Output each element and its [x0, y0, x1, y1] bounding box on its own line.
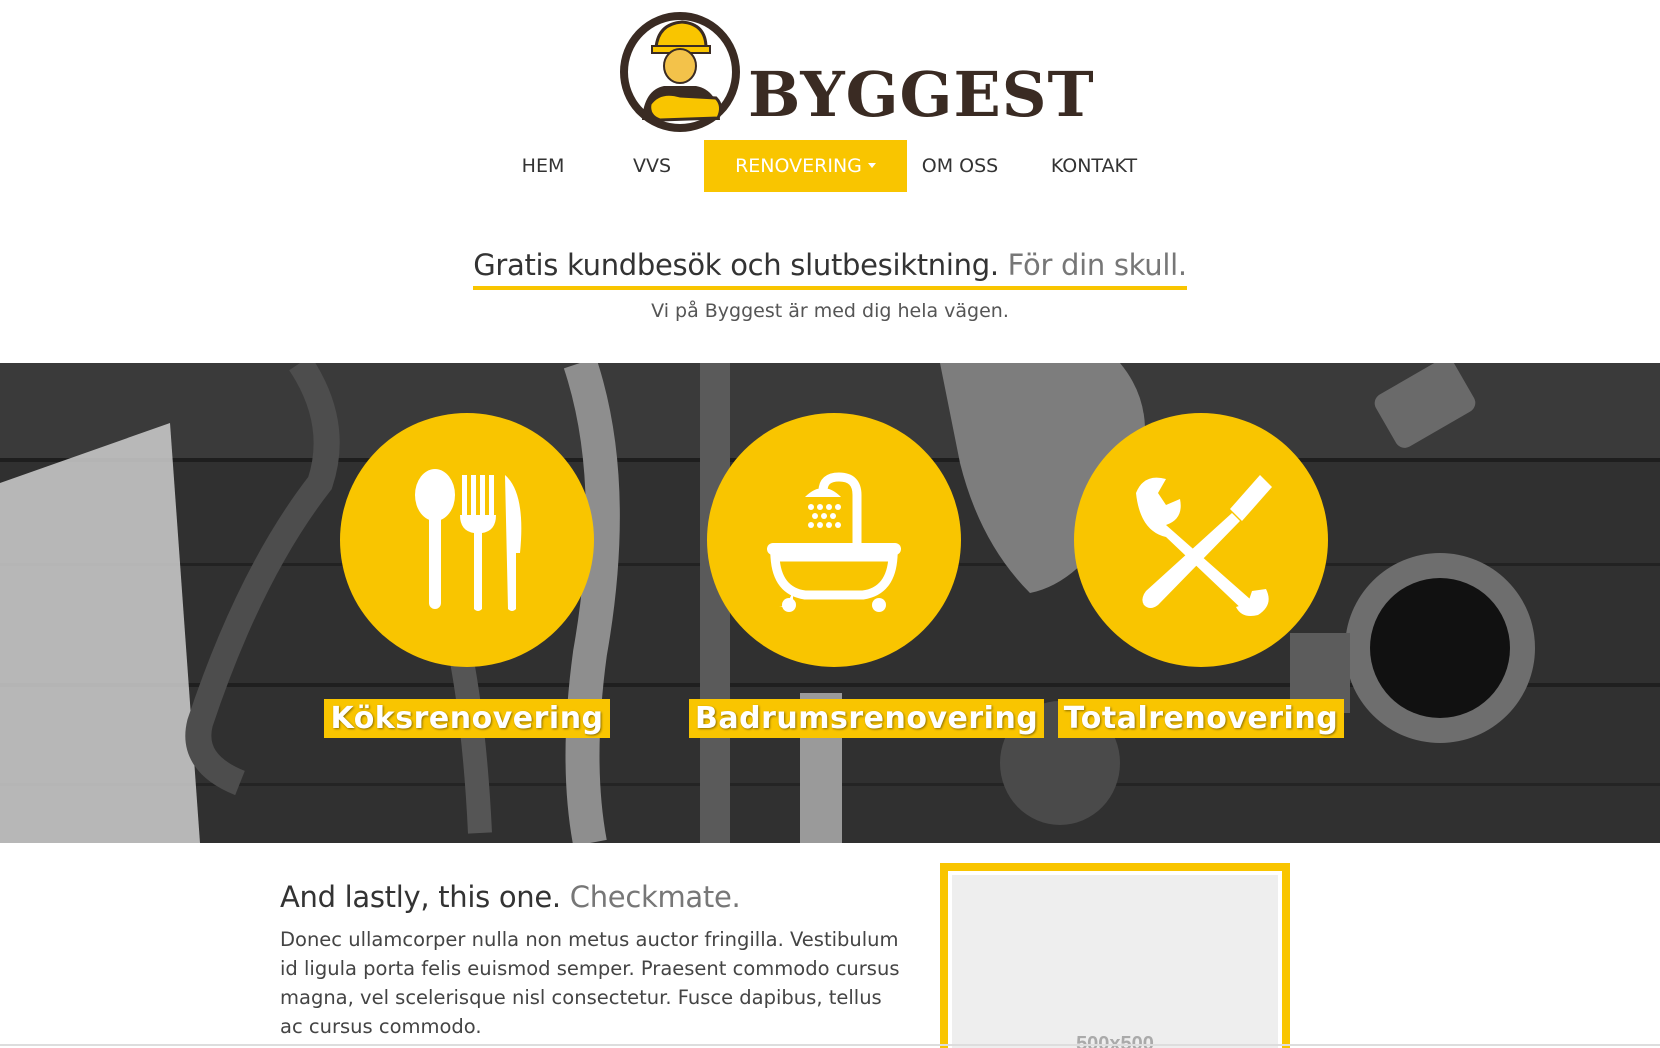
content-heading: And lastly, this one. Checkmate.: [280, 880, 741, 914]
tools-icon: [1136, 475, 1272, 616]
scrollbar-track: [0, 1044, 1660, 1046]
tagline-head-muted: För din skull.: [1007, 248, 1187, 282]
image-frame: 500x500: [940, 863, 1290, 1048]
service-circle: [1074, 413, 1328, 667]
nav-item-label: RENOVERING: [735, 155, 862, 177]
cutlery-icon: [415, 469, 522, 611]
tagline-heading: Gratis kundbesök och slutbesiktning. För…: [473, 248, 1187, 290]
nav-item-vvs[interactable]: VVS: [622, 140, 682, 192]
nav-item-label: VVS: [632, 155, 672, 177]
service-label: Köksrenovering: [324, 699, 610, 738]
content-title-muted: Checkmate.: [569, 880, 741, 914]
service-circle: [340, 413, 594, 667]
tagline-subtitle: Vi på Byggest är med dig hela vägen.: [651, 299, 1009, 322]
nav-item-label: KONTAKT: [1050, 155, 1138, 177]
service-koksrenovering[interactable]: Köksrenovering: [322, 413, 612, 738]
nav-item-label: HEM: [521, 155, 565, 177]
content-title-main: And lastly, this one.: [280, 880, 561, 914]
tagline-section: Gratis kundbesök och slutbesiktning. För…: [0, 248, 1660, 322]
bathtub-icon: [767, 472, 901, 612]
brand-logo[interactable]: BYGGEST: [620, 8, 1094, 136]
brand-wordmark: BYGGEST: [748, 58, 1095, 131]
nav-item-renovering[interactable]: RENOVERING: [704, 140, 907, 192]
nav-item-kontakt[interactable]: KONTAKT: [1044, 140, 1144, 192]
worker-logo-icon: [620, 12, 740, 132]
image-placeholder: 500x500: [952, 875, 1278, 1048]
nav-item-hem[interactable]: HEM: [512, 140, 574, 192]
tagline-head-main: Gratis kundbesök och slutbesiktning.: [473, 248, 999, 282]
service-totalrenovering[interactable]: Totalrenovering: [1056, 413, 1346, 738]
caret-down-icon: [867, 162, 876, 168]
service-circle: [707, 413, 961, 667]
nav-item-om-oss[interactable]: OM OSS: [918, 140, 1002, 192]
service-label: Totalrenovering: [1057, 699, 1345, 738]
service-label: Badrumsrenovering: [689, 699, 1045, 738]
service-badrumsrenovering[interactable]: Badrumsrenovering: [689, 413, 1045, 738]
main-nav: HEM VVS RENOVERING OM OSS KONTAKT: [0, 140, 1660, 192]
content-paragraph: Donec ullamcorper nulla non metus auctor…: [280, 928, 900, 1038]
hero-banner: Köksrenovering Badrumsrenovering Totalre…: [0, 363, 1660, 843]
nav-item-label: OM OSS: [921, 155, 999, 177]
